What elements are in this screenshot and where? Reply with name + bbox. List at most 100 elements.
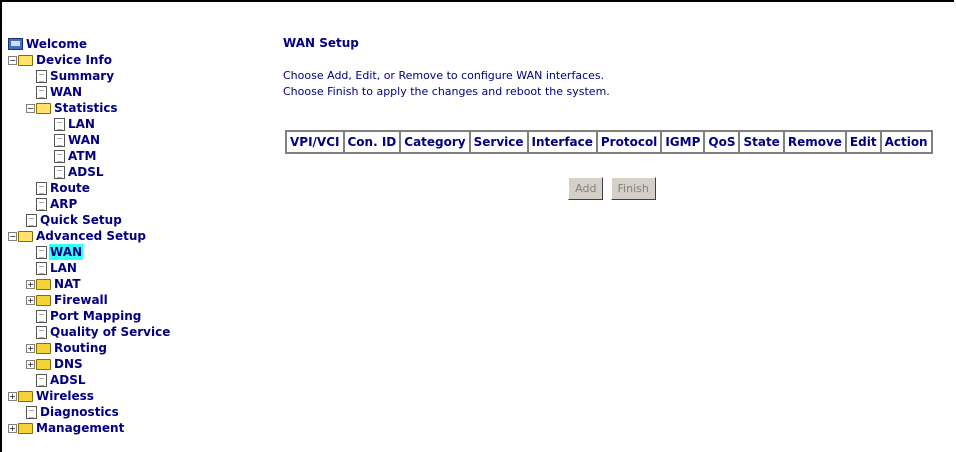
tree-item-qos[interactable]: Quality of Service: [8, 324, 258, 340]
tree-item-wan[interactable]: WAN: [8, 84, 258, 100]
column-header: Action: [880, 131, 932, 153]
tree-label[interactable]: Diagnostics: [39, 404, 120, 420]
document-icon: [36, 69, 47, 83]
computer-icon: [8, 38, 23, 50]
table-header-row: VPI/VCI Con. ID Category Service Interfa…: [286, 131, 932, 153]
expand-icon[interactable]: +: [26, 343, 35, 353]
column-header: Remove: [783, 131, 846, 153]
expand-icon[interactable]: +: [8, 391, 17, 401]
tree-label-selected[interactable]: WAN: [49, 244, 84, 260]
column-header: Interface: [527, 131, 597, 153]
column-header: IGMP: [661, 131, 705, 153]
tree-item-wireless[interactable]: + Wireless: [8, 388, 258, 404]
column-header: Service: [469, 131, 528, 153]
expand-icon[interactable]: +: [8, 423, 17, 433]
tree-label[interactable]: LAN: [67, 116, 96, 132]
document-icon: [26, 213, 37, 227]
finish-button[interactable]: Finish: [610, 177, 656, 200]
tree-label[interactable]: WAN: [67, 132, 101, 148]
column-header: Edit: [845, 131, 881, 153]
document-icon: [36, 261, 47, 275]
tree-item-stat-adsl[interactable]: ADSL: [8, 164, 258, 180]
tree-item-device-info[interactable]: − Device Info: [8, 52, 258, 68]
tree-label[interactable]: Quality of Service: [49, 324, 171, 340]
document-icon: [36, 325, 47, 339]
tree-item-stat-atm[interactable]: ATM: [8, 148, 258, 164]
tree-item-adv-wan[interactable]: WAN: [8, 244, 258, 260]
folder-icon: [18, 390, 33, 402]
tree-item-adv-lan[interactable]: LAN: [8, 260, 258, 276]
column-header: Category: [400, 131, 470, 153]
tree-label[interactable]: Firewall: [53, 292, 109, 308]
document-icon: [54, 117, 65, 131]
tree-item-adsl[interactable]: ADSL: [8, 372, 258, 388]
tree-label[interactable]: ATM: [67, 148, 97, 164]
column-header: VPI/VCI: [286, 131, 344, 153]
tree-label[interactable]: Routing: [53, 340, 108, 356]
tree-label[interactable]: Advanced Setup: [35, 228, 147, 244]
add-button[interactable]: Add: [568, 177, 604, 200]
folder-open-icon: [36, 102, 51, 114]
tree-item-management[interactable]: + Management: [8, 420, 258, 436]
tree-item-advanced-setup[interactable]: − Advanced Setup: [8, 228, 258, 244]
tree-item-port-mapping[interactable]: Port Mapping: [8, 308, 258, 324]
folder-icon: [36, 342, 51, 354]
tree-label[interactable]: ARP: [49, 196, 78, 212]
tree-label[interactable]: Management: [35, 420, 125, 436]
folder-open-icon: [18, 230, 33, 242]
tree-item-quick-setup[interactable]: Quick Setup: [8, 212, 258, 228]
folder-icon: [36, 294, 51, 306]
tree-item-stat-wan[interactable]: WAN: [8, 132, 258, 148]
folder-icon: [36, 358, 51, 370]
collapse-icon[interactable]: −: [26, 103, 35, 113]
tree-item-arp[interactable]: ARP: [8, 196, 258, 212]
tree-item-stat-lan[interactable]: LAN: [8, 116, 258, 132]
expand-icon[interactable]: +: [26, 359, 35, 369]
tree-label[interactable]: Route: [49, 180, 91, 196]
column-header: QoS: [704, 131, 740, 153]
wan-interfaces-table: VPI/VCI Con. ID Category Service Interfa…: [285, 130, 933, 154]
document-icon: [36, 309, 47, 323]
tree-item-welcome[interactable]: Welcome: [8, 36, 258, 52]
column-header: Con. ID: [343, 131, 401, 153]
column-header: Protocol: [596, 131, 662, 153]
document-icon: [26, 405, 37, 419]
document-icon: [54, 165, 65, 179]
tree-label[interactable]: WAN: [49, 84, 83, 100]
tree-label[interactable]: Summary: [49, 68, 115, 84]
tree-label[interactable]: Device Info: [35, 52, 113, 68]
document-icon: [54, 133, 65, 147]
tree-item-nat[interactable]: + NAT: [8, 276, 258, 292]
expand-icon[interactable]: +: [26, 279, 35, 289]
expand-icon[interactable]: +: [26, 295, 35, 305]
description-line-1: Choose Add, Edit, or Remove to configure…: [283, 69, 605, 82]
tree-item-diagnostics[interactable]: Diagnostics: [8, 404, 258, 420]
folder-icon: [18, 422, 33, 434]
tree-item-dns[interactable]: + DNS: [8, 356, 258, 372]
column-header: State: [739, 131, 784, 153]
tree-label[interactable]: DNS: [53, 356, 84, 372]
tree-label[interactable]: ADSL: [49, 372, 87, 388]
collapse-icon[interactable]: −: [8, 231, 17, 241]
page-title: WAN Setup: [283, 36, 359, 50]
tree-item-routing[interactable]: + Routing: [8, 340, 258, 356]
navigation-tree: Welcome − Device Info Summary WAN − Stat…: [8, 36, 258, 436]
tree-label[interactable]: NAT: [53, 276, 82, 292]
tree-label[interactable]: LAN: [49, 260, 78, 276]
tree-label[interactable]: Statistics: [53, 100, 119, 116]
collapse-icon[interactable]: −: [8, 55, 17, 65]
tree-item-firewall[interactable]: + Firewall: [8, 292, 258, 308]
tree-label[interactable]: Welcome: [25, 36, 88, 52]
tree-item-summary[interactable]: Summary: [8, 68, 258, 84]
document-icon: [36, 245, 47, 259]
tree-item-statistics[interactable]: − Statistics: [8, 100, 258, 116]
document-icon: [54, 149, 65, 163]
tree-label[interactable]: Wireless: [35, 388, 95, 404]
document-icon: [36, 197, 47, 211]
tree-item-route[interactable]: Route: [8, 180, 258, 196]
folder-icon: [36, 278, 51, 290]
description-line-2: Choose Finish to apply the changes and r…: [283, 85, 610, 98]
tree-label[interactable]: ADSL: [67, 164, 105, 180]
tree-label[interactable]: Quick Setup: [39, 212, 123, 228]
tree-label[interactable]: Port Mapping: [49, 308, 142, 324]
